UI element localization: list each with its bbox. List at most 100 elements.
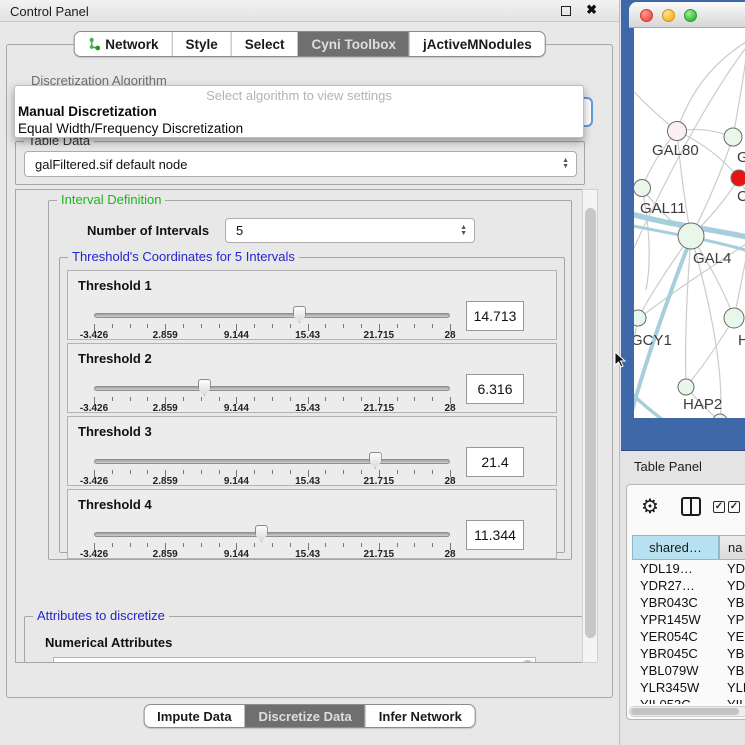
tab-network[interactable]: Network (74, 32, 171, 56)
cell-shared-name: YER054C (632, 629, 719, 646)
algorithm-option[interactable]: Equal Width/Frequency Discretization (15, 121, 583, 138)
network-node[interactable] (678, 379, 694, 395)
column-header-name[interactable]: na (719, 535, 745, 560)
tab-impute-data[interactable]: Impute Data (144, 705, 244, 727)
attributes-list-scrollbar[interactable] (522, 660, 533, 663)
table-data-selected-value: galFiltered.sif default node (35, 157, 187, 172)
slider-tick-label: 28 (444, 476, 455, 487)
slider-tick-label: 9.144 (224, 330, 249, 341)
table-panel-title: Table Panel (634, 459, 702, 474)
tab-select[interactable]: Select (231, 32, 298, 56)
slider-track[interactable] (94, 532, 450, 537)
slider-tick (343, 470, 344, 474)
cell-name: YBR0 (719, 646, 745, 663)
mac-zoom-button[interactable] (684, 9, 697, 22)
checkbox-icon[interactable]: ✓ (713, 501, 725, 513)
slider-tick (361, 543, 362, 547)
slider-track[interactable] (94, 313, 450, 318)
slider-track[interactable] (94, 386, 450, 391)
slider-tick-label: 15.43 (295, 476, 320, 487)
table-hscrollbar-thumb[interactable] (631, 708, 739, 715)
threshold-value-field[interactable]: 21.4 (466, 447, 524, 477)
threshold-panel: Threshold 4-3.4262.8599.14415.4321.71528… (67, 489, 557, 559)
tab-infer-network[interactable]: Infer Network (365, 705, 475, 727)
slider-tick (201, 470, 202, 474)
table-row[interactable]: YER054CYER0 (632, 629, 745, 646)
slider-thumb[interactable] (198, 379, 211, 396)
table-row[interactable]: YDR27…YDR2 (632, 578, 745, 595)
table-row[interactable]: YBL079WYBL0 (632, 663, 745, 680)
float-window-icon[interactable] (561, 6, 571, 16)
network-node[interactable] (731, 170, 745, 186)
table-horizontal-scrollbar[interactable] (629, 706, 745, 717)
cell-name: YPR1 (719, 612, 745, 629)
slider-tick (397, 543, 398, 547)
tab-discretize-data[interactable]: Discretize Data (245, 705, 365, 727)
table-row[interactable]: YIL053CYIL0 (632, 697, 745, 704)
table-data-combobox[interactable]: galFiltered.sif default node ▲▼ (24, 151, 577, 177)
slider-tick (183, 324, 184, 328)
threshold-value-field[interactable]: 14.713 (466, 301, 524, 331)
attributes-group: Attributes to discretize Numerical Attri… (24, 616, 585, 663)
table-row[interactable]: YBR043CYBR0 (632, 595, 745, 612)
slider-tick (432, 397, 433, 401)
network-node[interactable] (634, 180, 651, 197)
slider-tick-label: 9.144 (224, 476, 249, 487)
threshold-slider[interactable]: -3.4262.8599.14415.4321.71528 (94, 271, 450, 341)
slider-tick (290, 324, 291, 328)
algorithm-prompt-item[interactable]: Select algorithm to view settings (15, 88, 583, 104)
table-row[interactable]: YPR145WYPR1 (632, 612, 745, 629)
threshold-slider[interactable]: -3.4262.8599.14415.4321.71528 (94, 417, 450, 487)
threshold-slider[interactable]: -3.4262.8599.14415.4321.71528 (94, 344, 450, 414)
slider-tick-label: -3.426 (80, 330, 108, 341)
network-canvas[interactable]: GAL80GACGAL11GAL4GCY1HHAP2 (634, 28, 745, 418)
table-row[interactable]: YDL19…YDL1 (632, 561, 745, 578)
mac-minimize-button[interactable] (662, 9, 675, 22)
threshold-slider[interactable]: -3.4262.8599.14415.4321.71528 (94, 490, 450, 560)
control-panel-window: Control Panel ✖ NetworkStyleSelectCyni T… (0, 0, 620, 745)
checkbox-icon[interactable]: ✓ (728, 501, 740, 513)
network-node[interactable] (668, 122, 687, 141)
close-icon[interactable]: ✖ (586, 2, 597, 18)
slider-tick-label: 2.859 (153, 330, 178, 341)
table-row[interactable]: YBR045CYBR0 (632, 646, 745, 663)
cell-name: YDR2 (719, 578, 745, 595)
slider-tick-label: 21.715 (364, 330, 395, 341)
network-graph: GAL80GACGAL11GAL4GCY1HHAP2 (634, 28, 745, 418)
slider-tick-label: 15.43 (295, 549, 320, 560)
settings-scrollbar-thumb[interactable] (585, 208, 596, 638)
slider-thumb[interactable] (255, 525, 268, 542)
numerical-attributes-list[interactable]: SelfLoopsTopologicalCoefficientBetweenne… (53, 657, 536, 663)
tab-style[interactable]: Style (171, 32, 230, 56)
algorithm-option[interactable]: Manual Discretization (15, 104, 583, 121)
settings-vertical-scrollbar[interactable] (582, 189, 598, 663)
cell-name: YER0 (719, 629, 745, 646)
slider-tick (272, 543, 273, 547)
column-layout-icon[interactable] (681, 497, 701, 516)
slider-tick (147, 324, 148, 328)
threshold-value-field[interactable]: 6.316 (466, 374, 524, 404)
attribute-list-item[interactable]: SelfLoops (62, 660, 535, 663)
mac-close-button[interactable] (640, 9, 653, 22)
slider-tick (112, 397, 113, 401)
slider-tick-label: 2.859 (153, 549, 178, 560)
control-panel-title: Control Panel (10, 4, 89, 19)
slider-thumb[interactable] (369, 452, 382, 469)
network-node[interactable] (678, 223, 704, 249)
slider-tick-label: -3.426 (80, 476, 108, 487)
slider-tick-label: 9.144 (224, 549, 249, 560)
tab-cyni-toolbox[interactable]: Cyni Toolbox (298, 32, 410, 56)
slider-thumb[interactable] (293, 306, 306, 323)
column-header-shared-name[interactable]: shared… (632, 535, 719, 560)
network-node[interactable] (634, 310, 646, 326)
network-node[interactable] (713, 414, 727, 418)
slider-track[interactable] (94, 459, 450, 464)
network-node[interactable] (724, 128, 742, 146)
network-node[interactable] (724, 308, 744, 328)
gear-icon[interactable]: ⚙ (641, 494, 659, 519)
attributes-list-scrollbar-thumb[interactable] (523, 660, 532, 663)
threshold-value-field[interactable]: 11.344 (466, 520, 524, 550)
tab-jactivemnodules[interactable]: jActiveMNodules (409, 32, 545, 56)
table-row[interactable]: YLR345WYLR3 (632, 680, 745, 697)
number-of-intervals-combobox[interactable]: 5 ▲▼ (225, 218, 475, 243)
